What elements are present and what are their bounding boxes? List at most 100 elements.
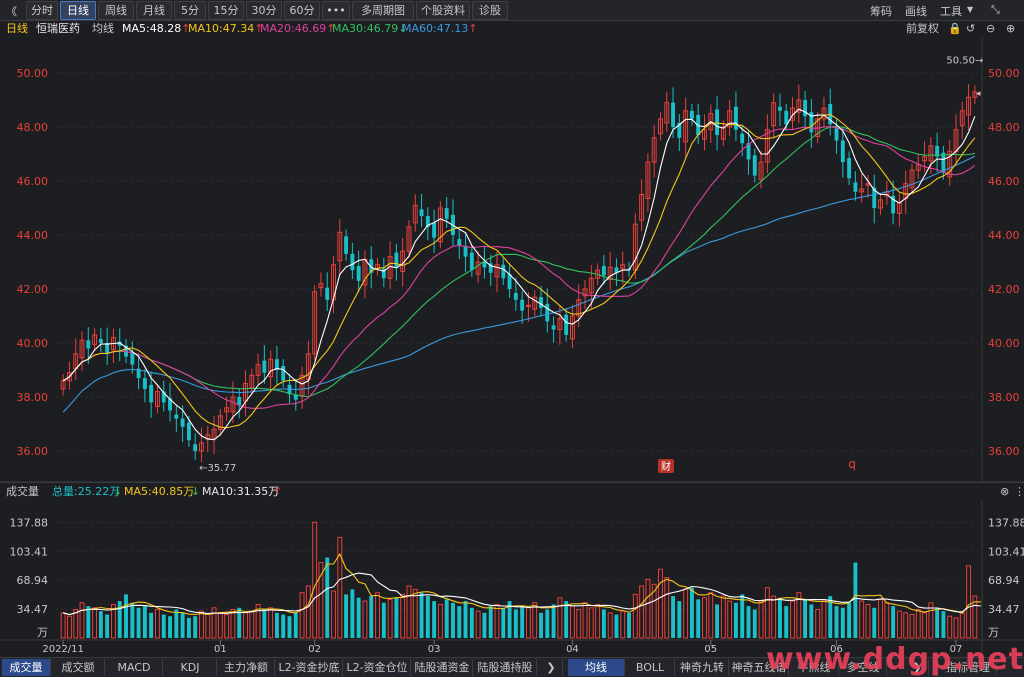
- period-button-5[interactable]: 15分: [208, 1, 244, 20]
- volume-bar: [891, 606, 896, 638]
- indicator-tab-5[interactable]: L2-资金抄底: [276, 659, 343, 676]
- tools-dropdown-icon[interactable]: ▼: [967, 5, 973, 14]
- period-button-8[interactable]: •••: [322, 1, 350, 20]
- volume-bar: [520, 606, 525, 638]
- more-volume-icon[interactable]: ⋮: [1014, 483, 1024, 501]
- ma-item-text: MA30:46.79: [332, 22, 399, 35]
- period-button-7[interactable]: 60分: [284, 1, 320, 20]
- x-axis-label: 02: [308, 644, 321, 655]
- volume-bar: [369, 596, 374, 638]
- volume-bar: [632, 593, 638, 639]
- volume-bar: [344, 594, 349, 638]
- volume-bar: [337, 536, 343, 639]
- volume-bar: [620, 610, 626, 639]
- volume-bar: [715, 604, 720, 638]
- period-button-3[interactable]: 月线: [136, 1, 172, 20]
- volume-bar: [325, 557, 330, 638]
- period-button-0[interactable]: 分时: [26, 1, 58, 20]
- candle-body: [356, 266, 361, 281]
- candle-body: [733, 106, 738, 130]
- tools-button[interactable]: 工具: [940, 3, 962, 19]
- volume-bar: [790, 600, 795, 639]
- period-button-9[interactable]: 多周期图: [352, 1, 414, 20]
- indicator-tab-10[interactable]: BOLL: [626, 659, 675, 676]
- volume-bar: [174, 609, 179, 638]
- period-button-2[interactable]: 周线: [98, 1, 134, 20]
- volume-bar: [501, 607, 506, 638]
- candle-body: [539, 297, 543, 308]
- volume-bar: [457, 606, 462, 638]
- volume-bar: [86, 606, 91, 638]
- ma20-line: [62, 126, 976, 409]
- volume-bar: [702, 597, 707, 639]
- ma-label[interactable]: 均线: [92, 20, 114, 38]
- candle-body: [469, 252, 474, 271]
- plus-icon[interactable]: ⊕: [1006, 20, 1015, 38]
- volume-bar: [746, 606, 751, 638]
- indicator-tab-8[interactable]: 陆股通持股: [474, 659, 537, 676]
- volume-axis-label-right: 34.47: [988, 603, 1020, 616]
- indicator-tab-7[interactable]: 陆股通资金: [412, 659, 473, 676]
- period-button-11[interactable]: 诊股: [472, 1, 508, 20]
- volume-bar: [696, 599, 701, 638]
- candle-body: [564, 314, 569, 335]
- volume-bar: [959, 612, 965, 639]
- draw-button[interactable]: 画线: [905, 3, 927, 19]
- volume-bar: [758, 600, 764, 639]
- price-axis-label-left: 46.00: [17, 175, 49, 188]
- back-button[interactable]: 《: [6, 3, 17, 19]
- candle-body: [803, 100, 808, 117]
- candle-body: [457, 239, 462, 246]
- stock-name[interactable]: 恒瑞医药: [36, 20, 80, 38]
- minus-icon[interactable]: ⊖: [986, 20, 995, 38]
- low-price-marker: ←35.77: [199, 463, 236, 474]
- volume-bar: [136, 607, 141, 638]
- volume-axis-label-right: 万: [988, 626, 999, 639]
- volume-bar: [564, 601, 569, 638]
- period-button-1[interactable]: 日线: [60, 1, 96, 20]
- price-axis-label-right: 44.00: [988, 229, 1020, 242]
- volume-title: 成交量: [6, 485, 39, 498]
- volume-bar: [639, 585, 645, 639]
- x-axis-label: 2022/11: [42, 644, 84, 655]
- volume-bar: [168, 616, 172, 638]
- indicator-tab-0[interactable]: 成交量: [2, 659, 51, 676]
- candle-body: [186, 422, 191, 441]
- indicator-tab-11[interactable]: 神奇九转: [676, 659, 729, 676]
- indicator-tab-9[interactable]: 均线: [568, 659, 625, 676]
- indicator-tab-1[interactable]: 成交额: [52, 659, 105, 676]
- candle-body: [601, 266, 606, 276]
- volume-bar: [935, 607, 940, 638]
- period-button-6[interactable]: 30分: [246, 1, 282, 20]
- adjust-select[interactable]: 前复权: [906, 20, 939, 38]
- indicator-tab-3[interactable]: KDJ: [164, 659, 217, 676]
- price-axis-label-left: 38.00: [17, 391, 49, 404]
- period-button-10[interactable]: 个股资料: [416, 1, 470, 20]
- candle-body: [237, 397, 242, 406]
- volume-bar: [671, 596, 675, 638]
- volume-bar: [463, 601, 468, 638]
- volume-bar: [809, 604, 814, 638]
- indicator-tab-2[interactable]: MACD: [106, 659, 163, 676]
- volume-bar: [224, 614, 230, 639]
- ma-item-text: MA20:46.69: [260, 22, 327, 35]
- undo-icon[interactable]: ↺: [966, 20, 975, 38]
- indicator-tab-6[interactable]: L2-资金仓位: [344, 659, 411, 676]
- volume-ma5-arrow: ↓: [191, 485, 201, 498]
- volume-ma10: MA10:31.35万: [202, 485, 280, 498]
- financial-report-badge-label: 财: [661, 460, 671, 473]
- volume-bar: [588, 607, 594, 639]
- volume-bar: [658, 568, 663, 639]
- indicator-tab-4[interactable]: 主力净额: [218, 659, 275, 676]
- volume-bar: [217, 612, 223, 639]
- lock-icon[interactable]: 🔒: [948, 20, 962, 38]
- ma-item-3: MA30:46.79↓: [332, 20, 407, 38]
- tabs-next-icon[interactable]: ❯: [540, 659, 563, 676]
- kline-chart[interactable]: 50.00 50.00 48.00 48.00 46.00 46.00 44.00 44.00…: [0, 38, 1024, 657]
- volume-bar: [840, 607, 845, 638]
- close-volume-icon[interactable]: ⊗: [1000, 483, 1009, 501]
- expand-icon[interactable]: ⤡: [991, 3, 1000, 17]
- top-toolbar: 《 分时 日线 周线 月线 5分 15分 30分 60分 ••• 多周期图 个股资料 诊股 筹码 画线…: [0, 0, 1024, 21]
- chips-button[interactable]: 筹码: [870, 3, 892, 19]
- period-button-4[interactable]: 5分: [174, 1, 206, 20]
